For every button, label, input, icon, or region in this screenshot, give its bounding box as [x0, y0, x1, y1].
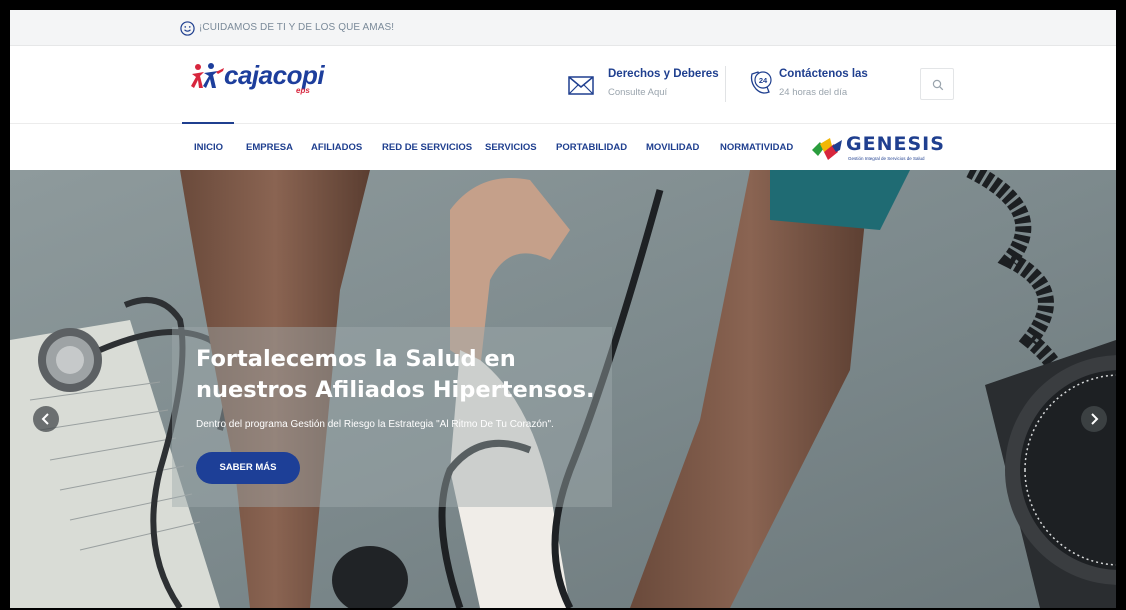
site-header: cajacopi eps Derechos y Deberes Consulte… — [10, 46, 1116, 124]
genesis-subtitle: Gestión Integral de Servicios de Salud — [848, 156, 925, 161]
chevron-left-icon — [41, 413, 49, 425]
logo-badge: eps — [296, 86, 310, 95]
derechos-deberes-link[interactable]: Derechos y Deberes Consulte Aquí — [568, 66, 719, 106]
search-icon — [932, 79, 944, 91]
hero-slider: Fortalecemos la Salud en nuestros Afilia… — [10, 170, 1116, 608]
genesis-logo[interactable]: GENESIS Gestión Integral de Servicios de… — [810, 133, 955, 164]
nav-item-servicios[interactable]: SERVICIOS — [485, 142, 537, 153]
logo-figures-icon — [191, 63, 224, 88]
derechos-subtitle: Consulte Aquí — [608, 87, 668, 98]
derechos-title: Derechos y Deberes — [608, 68, 719, 80]
nav-item-afiliados[interactable]: AFILIADOS — [311, 142, 362, 153]
contactenos-subtitle: 24 horas del día — [779, 87, 848, 98]
header-divider — [725, 66, 726, 102]
smiley-icon — [180, 21, 195, 36]
genesis-title: GENESIS — [846, 133, 945, 155]
top-bar: ¡CUIDAMOS DE TI Y DE LOS QUE AMAS! — [10, 10, 1116, 46]
nav-item-inicio[interactable]: INICIO — [181, 122, 235, 153]
nav-item-portabilidad[interactable]: PORTABILIDAD — [556, 142, 627, 153]
cajacopi-logo[interactable]: cajacopi eps — [190, 58, 340, 98]
browser-frame: ¡CUIDAMOS DE TI Y DE LOS QUE AMAS! cajac… — [10, 10, 1116, 608]
contactenos-title: Contáctenos las — [779, 68, 868, 80]
nav-item-empresa[interactable]: EMPRESA — [246, 142, 293, 153]
24h-phone-icon: 24 — [750, 71, 772, 94]
search-button[interactable] — [920, 68, 954, 100]
saber-mas-button[interactable]: SABER MÁS — [196, 452, 300, 484]
envelope-icon — [568, 76, 594, 95]
genesis-mark-icon — [812, 138, 842, 160]
main-nav: INICIO EMPRESA AFILIADOS RED DE SERVICIO… — [10, 122, 1116, 170]
contactenos-link[interactable]: 24 Contáctenos las 24 horas del día — [747, 66, 897, 106]
hero-heading: Fortalecemos la Salud en nuestros Afilia… — [196, 346, 595, 403]
hero-description: Dentro del programa Gestión del Riesgo l… — [196, 419, 554, 430]
nav-item-red-de-servicios[interactable]: RED DE SERVICIOS — [382, 142, 472, 153]
svg-text:24: 24 — [759, 76, 768, 85]
nav-item-movilidad[interactable]: MOVILIDAD — [646, 142, 699, 153]
slider-prev-button[interactable] — [33, 406, 59, 432]
nav-item-normatividad[interactable]: NORMATIVIDAD — [720, 142, 793, 153]
slider-next-button[interactable] — [1081, 406, 1107, 432]
chevron-right-icon — [1091, 413, 1099, 425]
top-slogan: ¡CUIDAMOS DE TI Y DE LOS QUE AMAS! — [199, 22, 395, 33]
